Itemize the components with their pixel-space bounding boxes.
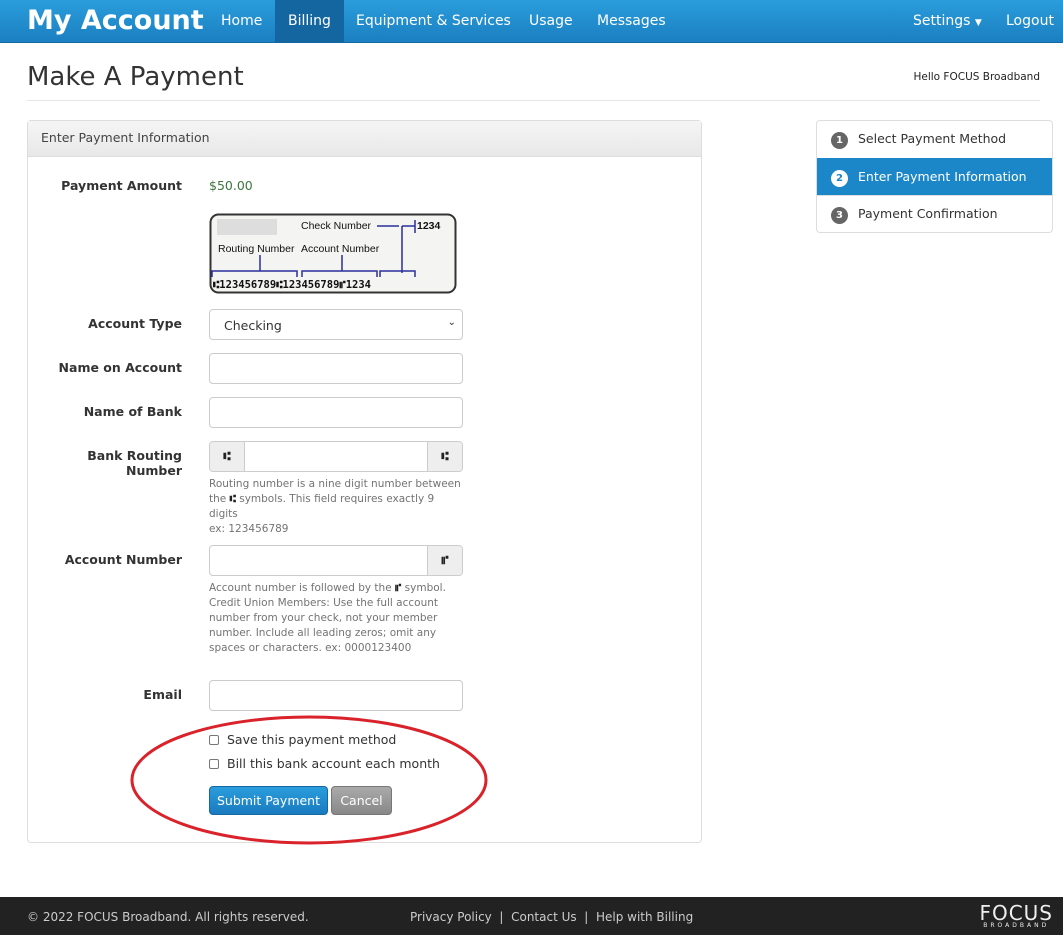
account-symbol-icon: ⑈: [395, 582, 402, 594]
step-label: Enter Payment Information: [858, 169, 1027, 184]
help-text: Credit Union Members: Use the full accou…: [209, 597, 439, 654]
account-symbol-icon: ⑈: [427, 546, 462, 575]
help-billing-link[interactable]: Help with Billing: [596, 910, 693, 924]
page-title: Make A Payment: [27, 62, 244, 92]
chevron-down-icon: ⌄: [447, 317, 456, 328]
help-text: symbol.: [404, 582, 446, 594]
check-number-value: 1234: [417, 220, 441, 232]
name-on-account-label: Name on Account: [58, 360, 182, 375]
highlight-circle: [130, 715, 488, 845]
routing-caption: Routing Number: [218, 243, 295, 255]
account-type-label: Account Type: [88, 316, 182, 331]
top-nav: My Account Home Billing Equipment & Serv…: [0, 0, 1063, 43]
settings-label: Settings: [913, 13, 971, 29]
account-type-value: Checking: [224, 318, 282, 333]
step-number: 1: [831, 132, 848, 149]
account-caption: Account Number: [301, 243, 380, 255]
routing-label: Bank Routing Number: [87, 448, 182, 478]
amount-label: Payment Amount: [61, 178, 182, 193]
routing-symbol-icon: ⑆: [427, 442, 462, 471]
contact-us-link[interactable]: Contact Us: [511, 910, 577, 924]
routing-help: Routing number is a nine digit number be…: [209, 477, 465, 537]
footer: © 2022 FOCUS Broadband. All rights reser…: [0, 897, 1063, 935]
routing-symbol-icon: ⑆: [210, 442, 245, 471]
account-number-label: Account Number: [64, 552, 182, 567]
payment-steps: 1 Select Payment Method 2 Enter Payment In…: [816, 120, 1053, 233]
nav-messages[interactable]: Messages: [584, 0, 679, 43]
account-help: Account number is followed by the ⑈ symb…: [209, 581, 465, 656]
help-line: ex: 123456789: [209, 523, 289, 535]
routing-symbol-icon: ⑆: [229, 493, 236, 505]
nav-home[interactable]: Home: [208, 0, 275, 43]
routing-input[interactable]: ⑆ ⑆: [209, 441, 463, 472]
nav-logout[interactable]: Logout: [993, 0, 1063, 43]
caret-down-icon: ▼: [974, 18, 982, 28]
nav-settings[interactable]: Settings ▼: [900, 0, 995, 43]
help-line: Routing number is a nine digit number be…: [209, 478, 461, 490]
micr-line: ⑆123456789⑆123456789⑈1234: [213, 279, 371, 291]
step-number: 2: [831, 170, 848, 187]
step-label: Payment Confirmation: [858, 206, 998, 221]
bank-name-label: Name of Bank: [83, 404, 182, 419]
account-number-input[interactable]: ⑈: [209, 545, 463, 576]
step-enter-info[interactable]: 2 Enter Payment Information: [817, 158, 1052, 195]
amount-value: $50.00: [209, 178, 253, 193]
help-text: Account number is followed by the: [209, 582, 392, 594]
brand-title[interactable]: My Account: [27, 5, 204, 36]
step-number: 3: [831, 207, 848, 224]
focus-logo: FOCUS BROADBAND: [979, 901, 1053, 929]
email-label: Email: [143, 687, 182, 702]
bank-name-input[interactable]: [209, 397, 463, 428]
nav-equipment[interactable]: Equipment & Services: [343, 0, 524, 43]
help-text: symbols. This field requires exactly 9 d…: [209, 493, 435, 520]
name-on-account-input[interactable]: [209, 353, 463, 384]
copyright: © 2022 FOCUS Broadband. All rights reser…: [27, 910, 309, 924]
step-confirmation[interactable]: 3 Payment Confirmation: [817, 195, 1052, 232]
help-text: the: [209, 493, 227, 505]
account-type-select[interactable]: Checking ⌄: [209, 309, 463, 340]
email-input[interactable]: [209, 680, 463, 711]
privacy-policy-link[interactable]: Privacy Policy: [410, 910, 492, 924]
check-diagram-image: Check Number 1234 Routing Number Account…: [209, 213, 457, 294]
check-number-caption: Check Number: [301, 220, 372, 232]
nav-usage[interactable]: Usage: [516, 0, 586, 43]
step-label: Select Payment Method: [858, 131, 1007, 146]
step-select-method[interactable]: 1 Select Payment Method: [817, 121, 1052, 158]
nav-billing[interactable]: Billing: [275, 0, 344, 43]
greeting: Hello FOCUS Broadband: [913, 71, 1040, 83]
divider: [27, 100, 1040, 101]
panel-heading: Enter Payment Information: [28, 121, 701, 157]
